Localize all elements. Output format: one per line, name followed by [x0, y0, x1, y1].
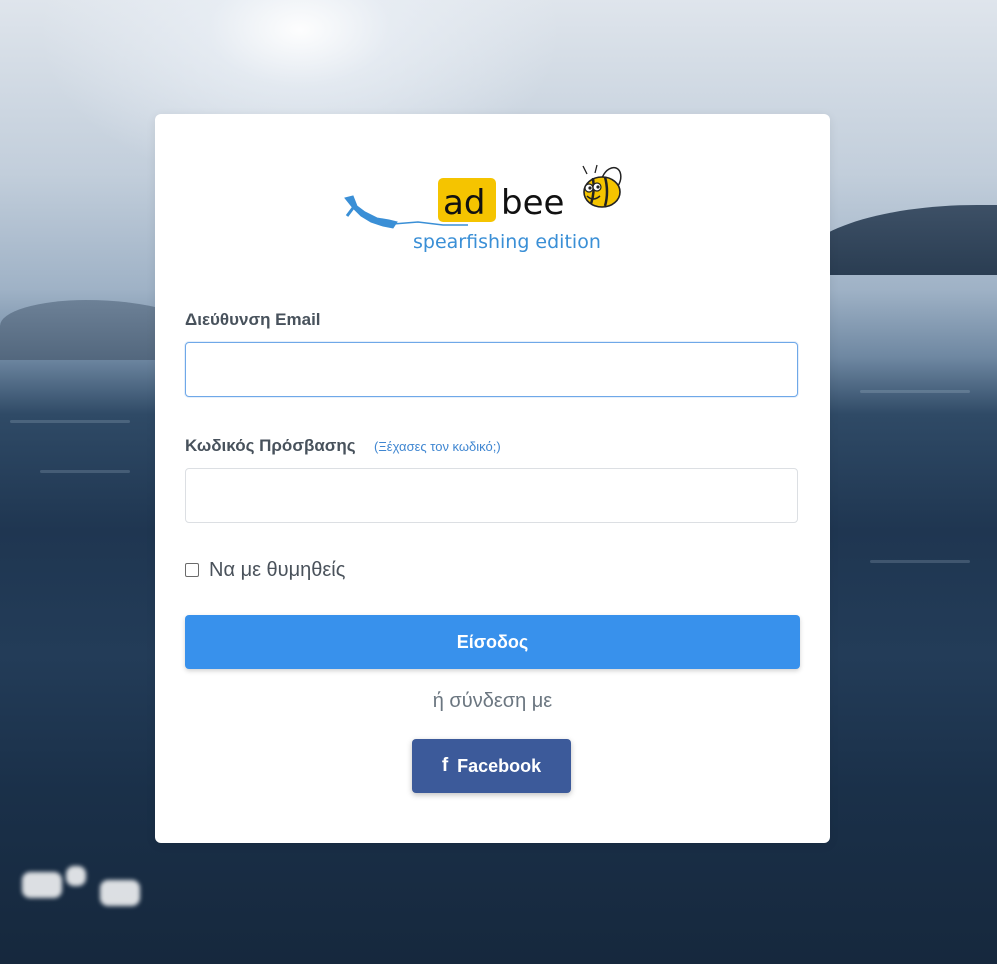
email-label: Διεύθυνση Email	[185, 310, 321, 329]
forgot-password-link[interactable]: (Ξέχασες τον κωδικό;)	[374, 439, 501, 454]
password-label: Κωδικός Πρόσβασης	[185, 436, 356, 455]
water-sparkle	[22, 872, 62, 898]
remember-me-checkbox[interactable]	[185, 563, 199, 577]
remember-me-label[interactable]: Να με θυμηθείς	[209, 559, 345, 582]
water-sparkle	[100, 880, 140, 906]
login-card: ad bee spearfishing edition Διεύθυνση Em…	[155, 114, 830, 843]
logo-word-ad: ad	[443, 183, 485, 223]
email-field[interactable]	[185, 342, 798, 397]
water-sparkle	[66, 866, 86, 886]
facebook-button-label: Facebook	[457, 755, 542, 776]
facebook-f-icon: f	[441, 755, 449, 776]
wave-highlight	[10, 420, 130, 423]
adbee-logo: ad bee spearfishing edition	[344, 164, 622, 253]
wave-highlight	[870, 560, 970, 563]
wave-highlight	[860, 390, 970, 393]
remember-me-row[interactable]: Να με θυμηθείς	[185, 558, 345, 582]
social-login-divider-text: ή σύνδεση με	[432, 690, 553, 712]
login-button[interactable]: Είσοδος	[185, 615, 800, 669]
password-field[interactable]	[185, 468, 798, 523]
facebook-login-button[interactable]: f Facebook	[412, 739, 571, 793]
logo-tagline: spearfishing edition	[413, 231, 601, 253]
logo-word-bee: bee	[501, 183, 564, 223]
bee-mascot-icon	[582, 164, 622, 208]
wave-highlight	[40, 470, 130, 473]
